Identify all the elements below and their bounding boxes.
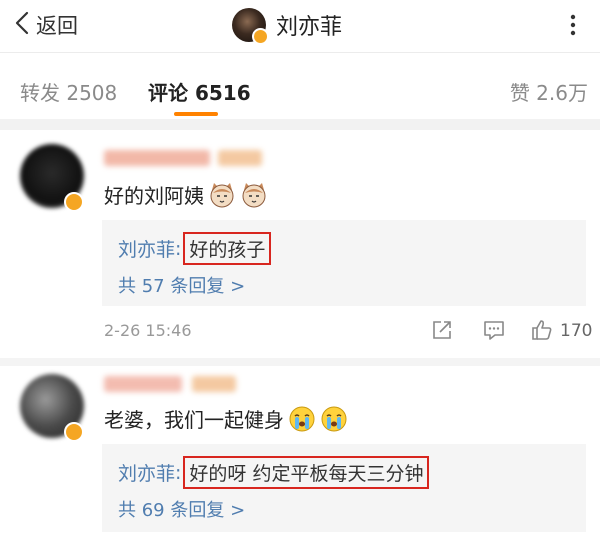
view-replies-link[interactable]: 共 57 条回复 > bbox=[118, 272, 245, 298]
reply-author[interactable]: 刘亦菲 bbox=[118, 235, 175, 262]
reply-preview[interactable]: 刘亦菲 : 好的呀 约定平板每天三分钟 共 69 条回复 > bbox=[102, 444, 586, 532]
reply-line: 刘亦菲 : 好的呀 约定平板每天三分钟 bbox=[118, 456, 430, 489]
tab-comment[interactable]: 评论 6516 bbox=[148, 77, 251, 106]
reply-content: 好的呀 约定平板每天三分钟 bbox=[183, 456, 430, 489]
reply-author[interactable]: 刘亦菲 bbox=[118, 459, 175, 486]
reply-colon: : bbox=[175, 461, 182, 484]
page-title: 刘亦菲 bbox=[276, 15, 343, 40]
reply-colon: : bbox=[175, 237, 182, 260]
section-divider bbox=[0, 119, 600, 130]
tab-like[interactable]: 赞 2.6万 bbox=[510, 77, 588, 106]
chevron-left-icon bbox=[14, 11, 30, 39]
tab-bar: 转发 2508 评论 6516 赞 2.6万 bbox=[0, 53, 600, 119]
verified-badge-icon bbox=[64, 192, 84, 212]
tab-repost[interactable]: 转发 2508 bbox=[20, 77, 117, 106]
crying-face-icon bbox=[320, 405, 348, 433]
reply-line: 刘亦菲 : 好的孩子 bbox=[118, 232, 272, 265]
back-label: 返回 bbox=[36, 14, 78, 38]
timestamp: 2-26 15:46 bbox=[104, 321, 192, 340]
more-icon[interactable] bbox=[562, 14, 584, 36]
comment-text-row: 老婆，我们一起健身 bbox=[104, 404, 348, 433]
username-blurred[interactable] bbox=[104, 150, 210, 166]
username-blurred[interactable] bbox=[104, 376, 182, 392]
user-level-badge-blurred bbox=[192, 376, 236, 392]
share-icon[interactable] bbox=[430, 318, 454, 342]
like-count: 170 bbox=[560, 321, 593, 341]
reply-content: 好的孩子 bbox=[183, 232, 272, 265]
comment-icon[interactable] bbox=[482, 318, 506, 342]
avatar[interactable] bbox=[232, 8, 269, 45]
tab-active-indicator bbox=[174, 112, 218, 116]
crying-face-icon bbox=[288, 405, 316, 433]
comment-meta: 2-26 15:46 170 bbox=[0, 318, 600, 344]
cat-face-icon bbox=[208, 181, 236, 209]
cat-face-icon bbox=[240, 181, 268, 209]
page-title-group[interactable]: 刘亦菲 bbox=[232, 6, 343, 45]
top-bar: 返回 刘亦菲 bbox=[0, 0, 600, 52]
reply-preview[interactable]: 刘亦菲 : 好的孩子 共 57 条回复 > bbox=[102, 220, 586, 306]
thumbs-up-icon[interactable] bbox=[530, 318, 554, 342]
user-level-badge-blurred bbox=[218, 150, 262, 166]
comment-text: 好的刘阿姨 bbox=[104, 184, 204, 208]
view-replies-link[interactable]: 共 69 条回复 > bbox=[118, 496, 245, 522]
comment-text: 老婆，我们一起健身 bbox=[104, 408, 284, 432]
verified-badge-icon bbox=[64, 422, 84, 442]
comment-separator bbox=[0, 358, 600, 366]
back-button[interactable]: 返回 bbox=[14, 9, 78, 41]
comment-item: 老婆，我们一起健身 刘亦菲 : 好的呀 约定平板每天三分钟 共 69 条回复 > bbox=[0, 366, 600, 539]
comment-item: 好的刘阿姨 刘亦菲 : 好的孩子 共 57 条回复 > 2-26 15:46 1… bbox=[0, 130, 600, 358]
verified-badge-icon bbox=[252, 28, 269, 45]
comment-text-row: 好的刘阿姨 bbox=[104, 180, 268, 209]
